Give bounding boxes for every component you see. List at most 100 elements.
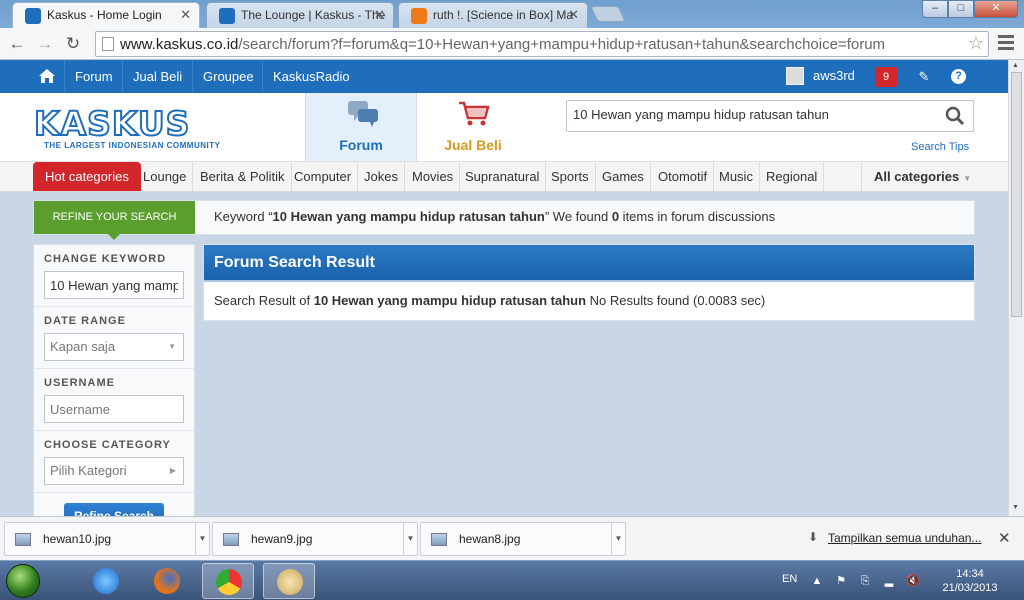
clock-time: 14:34 [956, 568, 984, 580]
taskbar-internet-explorer[interactable] [80, 563, 132, 599]
notification-badge[interactable]: 9 [875, 67, 897, 87]
tab-close-icon[interactable]: ✕ [568, 3, 579, 27]
close-icon[interactable]: ✕ [998, 529, 1011, 547]
new-tab-button[interactable] [590, 6, 626, 22]
kaskus-top-nav: Forum Jual Beli Groupee KaskusRadio aws3… [0, 60, 1008, 93]
help-icon[interactable]: ? [951, 69, 966, 84]
tab-title: ruth !. [Science in Box] Ma [433, 8, 574, 22]
download-item[interactable]: hewan8.jpg ▼ [420, 522, 626, 556]
maximize-button[interactable]: □ [948, 0, 974, 18]
category-movies[interactable]: Movies [406, 162, 461, 191]
nav-jual-beli[interactable]: Jual Beli [122, 60, 192, 93]
image-file-icon [15, 533, 31, 546]
chevron-down-icon: ▼ [168, 342, 176, 351]
nav-forum[interactable]: Forum [64, 60, 123, 93]
chevron-down-icon[interactable]: ▼ [611, 523, 625, 555]
bookmark-star-icon[interactable]: ☆ [968, 33, 984, 54]
username-label: USERNAME [44, 377, 115, 389]
search-input[interactable] [573, 107, 933, 122]
url-text: www.kaskus.co.id/search/forum?f=forum&q=… [120, 36, 885, 53]
username-section: USERNAME [34, 369, 194, 431]
download-item[interactable]: hewan10.jpg ▼ [4, 522, 210, 556]
chevron-down-icon[interactable]: ▼ [195, 523, 209, 555]
category-select-value: Pilih Kategori [50, 463, 127, 478]
username-input[interactable] [44, 395, 184, 423]
category-lounge[interactable]: Lounge [137, 162, 194, 191]
taskbar-chrome[interactable] [202, 563, 254, 599]
keyword-input[interactable] [44, 271, 184, 299]
category-berita-politik[interactable]: Berita & Politik [194, 162, 292, 191]
refine-sidebar: CHANGE KEYWORD DATE RANGE Kapan saja ▼ US… [33, 244, 195, 516]
forum-tile[interactable]: Forum [305, 93, 417, 161]
taskbar-firefox[interactable] [141, 563, 193, 599]
date-range-section: DATE RANGE Kapan saja ▼ [34, 307, 194, 369]
date-range-select[interactable]: Kapan saja ▼ [44, 333, 184, 361]
clock-date: 21/03/2013 [942, 582, 998, 594]
scroll-up-icon[interactable]: ▲ [1012, 62, 1019, 69]
blogger-favicon-icon [411, 8, 427, 24]
tab-close-icon[interactable]: ✕ [374, 3, 385, 27]
home-icon[interactable] [38, 67, 56, 85]
category-otomotif[interactable]: Otomotif [652, 162, 715, 191]
chevron-right-icon: ▶ [169, 466, 176, 475]
choose-category-section: CHOOSE CATEGORY Pilih Kategori ▶ [34, 431, 194, 493]
show-all-downloads-link[interactable]: Tampilkan semua unduhan... [828, 531, 981, 545]
tab-kaskus-home[interactable]: Kaskus - Home Login ✕ [12, 2, 200, 28]
internet-explorer-icon [93, 568, 119, 594]
download-item[interactable]: hewan9.jpg ▼ [212, 522, 418, 556]
network-signal-icon[interactable]: ▂ [882, 574, 896, 588]
all-categories-dropdown[interactable]: All categories ▼ [861, 162, 983, 191]
action-center-icon[interactable]: ⚑ [834, 574, 848, 588]
paint-palette-icon [277, 569, 303, 595]
show-hidden-icons-icon[interactable]: ▲ [810, 574, 824, 588]
language-indicator[interactable]: EN [782, 573, 797, 585]
jual-beli-tile[interactable]: Jual Beli [417, 93, 529, 161]
kaskus-favicon-icon [219, 8, 235, 24]
search-icon[interactable] [945, 106, 965, 126]
category-regional[interactable]: Regional [760, 162, 825, 191]
hot-categories-tab[interactable]: Hot categories [33, 162, 141, 191]
usb-device-icon[interactable]: ⎘ [858, 574, 872, 588]
category-supranatural[interactable]: Supranatural [459, 162, 547, 191]
chrome-menu-icon[interactable] [998, 35, 1014, 53]
category-select[interactable]: Pilih Kategori ▶ [44, 457, 184, 485]
nav-groupee[interactable]: Groupee [192, 60, 264, 93]
tab-the-lounge[interactable]: The Lounge | Kaskus - The ✕ [206, 2, 394, 28]
back-arrow-icon[interactable]: ← [6, 33, 28, 55]
firefox-icon [154, 568, 180, 594]
chevron-down-icon[interactable]: ▼ [403, 523, 417, 555]
address-bar[interactable]: www.kaskus.co.id/search/forum?f=forum&q=… [95, 31, 989, 57]
vertical-scrollbar[interactable]: ▲ ▼ [1008, 60, 1024, 516]
system-clock[interactable]: 14:34 21/03/2013 [930, 567, 1010, 595]
forward-arrow-icon[interactable]: → [34, 33, 56, 55]
minimize-button[interactable]: – [922, 0, 948, 18]
category-games[interactable]: Games [596, 162, 651, 191]
taskbar-paint[interactable] [263, 563, 315, 599]
reload-icon[interactable]: ↻ [62, 33, 84, 55]
category-sports[interactable]: Sports [545, 162, 596, 191]
category-computer[interactable]: Computer [288, 162, 359, 191]
search-tips-link[interactable]: Search Tips [911, 141, 969, 153]
category-bar: Hot categories Lounge Berita & Politik C… [0, 161, 1008, 192]
keyword-summary-mid: ” We found [544, 209, 612, 224]
start-button[interactable] [6, 564, 40, 598]
browser-toolbar: ← → ↻ www.kaskus.co.id/search/forum?f=fo… [0, 28, 1024, 60]
refine-search-button[interactable]: Refine Search [64, 503, 164, 516]
scroll-down-icon[interactable]: ▼ [1012, 504, 1019, 511]
date-range-label: DATE RANGE [44, 315, 126, 327]
category-music[interactable]: Music [713, 162, 760, 191]
tab-science-in-box[interactable]: ruth !. [Science in Box] Ma ✕ [398, 2, 588, 28]
download-shelf: hewan10.jpg ▼ hewan9.jpg ▼ hewan8.jpg ▼ … [0, 516, 1024, 560]
keyword-summary-count: 0 [611, 209, 620, 224]
kaskus-logo[interactable]: KASKUS THE LARGEST INDONESIAN COMMUNITY [33, 106, 220, 151]
scrollbar-thumb[interactable] [1011, 72, 1022, 317]
close-window-button[interactable]: ✕ [974, 0, 1018, 18]
change-keyword-section: CHANGE KEYWORD [34, 245, 194, 307]
site-header: KASKUS THE LARGEST INDONESIAN COMMUNITY … [0, 93, 1008, 161]
tab-close-icon[interactable]: ✕ [180, 3, 191, 27]
pencil-icon[interactable]: ✎ [914, 67, 934, 87]
volume-muted-icon[interactable]: 🔇 [906, 574, 920, 588]
category-jokes[interactable]: Jokes [358, 162, 405, 191]
nav-kaskusradio[interactable]: KaskusRadio [262, 60, 360, 93]
window-controls: – □ ✕ [922, 0, 1018, 18]
